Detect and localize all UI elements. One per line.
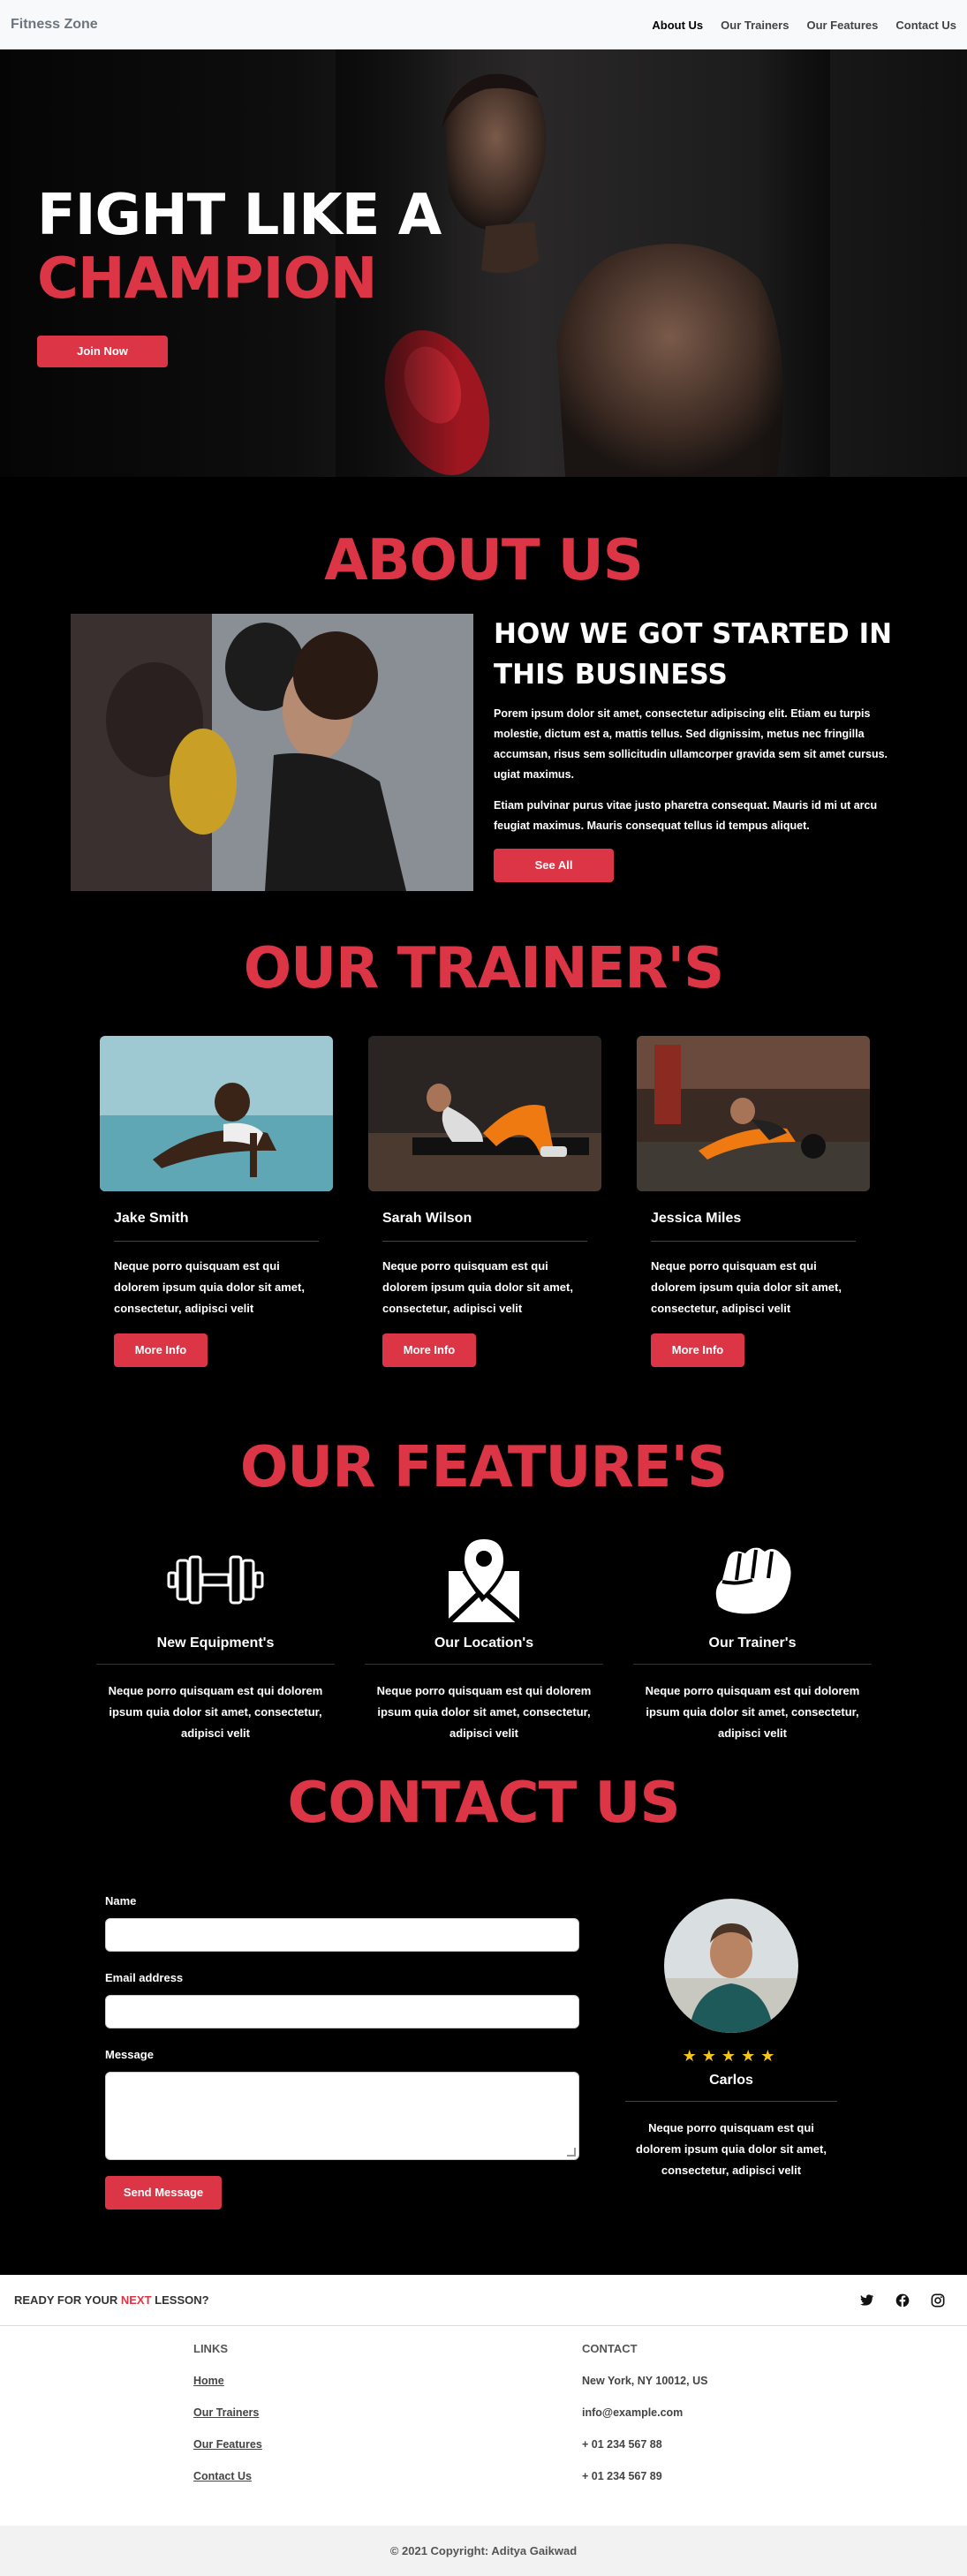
more-info-button[interactable]: More Info — [382, 1333, 476, 1367]
features-title: OUR FEATURE'S — [239, 1435, 728, 1500]
contact-phone: + 01 234 567 88 — [582, 2438, 662, 2451]
footer-links-section: LINKS Home Our Trainers Our Features Con… — [0, 2326, 967, 2526]
message-label: Message — [105, 2048, 154, 2061]
trainers-title: OUR TRAINER'S — [243, 936, 724, 1001]
testimonial-card: ★★★★★ Carlos Neque porro quisquam est qu… — [625, 1899, 837, 2181]
trainer-photo — [100, 1036, 333, 1191]
contact-phone: + 01 234 567 89 — [582, 2470, 662, 2482]
nav-link-contact[interactable]: Contact Us — [895, 19, 956, 32]
contact-address: New York, NY 10012, US — [582, 2375, 708, 2387]
twitter-icon[interactable] — [859, 2293, 875, 2308]
divider — [365, 1664, 603, 1665]
name-field[interactable] — [105, 1918, 579, 1952]
name-label: Name — [105, 1894, 137, 1907]
ready-prefix: READY FOR YOUR — [14, 2293, 121, 2307]
ready-text: READY FOR YOUR NEXT LESSON? — [14, 2293, 209, 2307]
nav-links: About Us Our Trainers Our Features Conta… — [652, 19, 956, 32]
profile-description: Neque porro quisquam est qui dolorem ips… — [636, 2121, 827, 2177]
divider — [633, 1664, 872, 1665]
trainer-description: Neque porro quisquam est qui dolorem ips… — [382, 1259, 573, 1315]
hero-line-1: FIGHT LIKE A — [37, 183, 442, 248]
contact-form: Name Email address Message Send Message — [105, 1894, 579, 2210]
hero-headline: FIGHT LIKE A CHAMPION — [37, 183, 442, 312]
hero-section: FIGHT LIKE A CHAMPION Join Now — [0, 49, 967, 477]
navbar: Fitness Zone About Us Our Trainers Our F… — [0, 0, 967, 49]
trainer-photo — [637, 1036, 870, 1191]
feature-item: New Equipment's Neque porro quisquam est… — [96, 1535, 335, 1744]
divider — [625, 2101, 837, 2102]
footer-contact-column: CONTACT New York, NY 10012, US info@exam… — [582, 2342, 707, 2482]
trainer-card: Sarah Wilson Neque porro quisquam est qu… — [368, 1036, 601, 1367]
nav-link-trainers[interactable]: Our Trainers — [721, 19, 789, 32]
see-all-button[interactable]: See All — [494, 849, 614, 882]
footer-links-column: LINKS Home Our Trainers Our Features Con… — [193, 2342, 262, 2482]
feature-title: Our Trainer's — [708, 1635, 797, 1651]
email-label: Email address — [105, 1971, 184, 1984]
email-field[interactable] — [105, 1995, 579, 2028]
trainer-photo — [368, 1036, 601, 1191]
divider — [114, 1241, 319, 1242]
about-title: ABOUT US — [324, 528, 644, 593]
feature-description: Neque porro quisquam est qui dolorem ips… — [108, 1684, 323, 1740]
avatar — [664, 1899, 798, 2033]
trainer-description: Neque porro quisquam est qui dolorem ips… — [114, 1259, 305, 1315]
trainer-card: Jessica Miles Neque porro quisquam est q… — [637, 1036, 870, 1367]
contact-info-title: CONTACT — [582, 2342, 638, 2355]
links-title: LINKS — [193, 2342, 228, 2355]
feature-title: Our Location's — [434, 1635, 534, 1651]
contact-title: CONTACT US — [287, 1771, 680, 1836]
contact-email: info@example.com — [582, 2406, 684, 2419]
send-message-button[interactable]: Send Message — [105, 2176, 222, 2210]
brand-logo[interactable]: Fitness Zone — [11, 17, 98, 33]
feature-description: Neque porro quisquam est qui dolorem ips… — [645, 1684, 860, 1740]
nav-link-about[interactable]: About Us — [652, 19, 703, 32]
feature-item: Our Trainer's Neque porro quisquam est q… — [633, 1535, 872, 1744]
more-info-button[interactable]: More Info — [114, 1333, 208, 1367]
ready-highlight: NEXT — [120, 2293, 152, 2307]
dumbbell-icon — [96, 1535, 335, 1625]
hero-line-2: CHAMPION — [37, 246, 377, 312]
fist-icon — [633, 1535, 872, 1625]
copyright: © 2021 Copyright: Aditya Gaikwad — [0, 2526, 967, 2576]
instagram-icon[interactable] — [930, 2293, 946, 2308]
footer-cta-bar: READY FOR YOUR NEXT LESSON? — [0, 2275, 967, 2326]
divider — [651, 1241, 856, 1242]
footer-link-contact[interactable]: Contact Us — [193, 2470, 262, 2482]
divider — [382, 1241, 587, 1242]
feature-description: Neque porro quisquam est qui dolorem ips… — [376, 1684, 592, 1740]
footer-link-trainers[interactable]: Our Trainers — [193, 2406, 262, 2419]
about-paragraph-1: Porem ipsum dolor sit amet, consectetur … — [494, 707, 888, 781]
trainer-name: Sarah Wilson — [382, 1211, 472, 1226]
more-info-button[interactable]: More Info — [651, 1333, 744, 1367]
nav-link-features[interactable]: Our Features — [806, 19, 878, 32]
facebook-icon[interactable] — [895, 2293, 910, 2308]
feature-title: New Equipment's — [156, 1635, 275, 1651]
rating-stars: ★★★★★ — [682, 2047, 781, 2065]
about-content: HOW WE GOT STARTED IN THIS BUSINESS Pore… — [494, 614, 896, 882]
trainer-card: Jake Smith Neque porro quisquam est qui … — [100, 1036, 333, 1367]
trainer-name: Jake Smith — [114, 1211, 189, 1226]
message-field[interactable] — [105, 2072, 579, 2160]
about-image — [71, 614, 473, 891]
join-now-button[interactable]: Join Now — [37, 336, 168, 367]
footer-link-home[interactable]: Home — [193, 2375, 262, 2387]
about-heading: HOW WE GOT STARTED IN THIS BUSINESS — [494, 618, 893, 691]
map-pin-icon — [365, 1535, 603, 1625]
social-links — [859, 2293, 953, 2308]
about-paragraph-2: Etiam pulvinar purus vitae justo pharetr… — [494, 799, 878, 832]
profile-name: Carlos — [709, 2073, 753, 2088]
footer-link-features[interactable]: Our Features — [193, 2438, 262, 2451]
feature-item: Our Location's Neque porro quisquam est … — [365, 1535, 603, 1744]
trainer-name: Jessica Miles — [651, 1211, 742, 1226]
trainer-description: Neque porro quisquam est qui dolorem ips… — [651, 1259, 842, 1315]
divider — [96, 1664, 335, 1665]
ready-suffix: LESSON? — [151, 2293, 209, 2307]
